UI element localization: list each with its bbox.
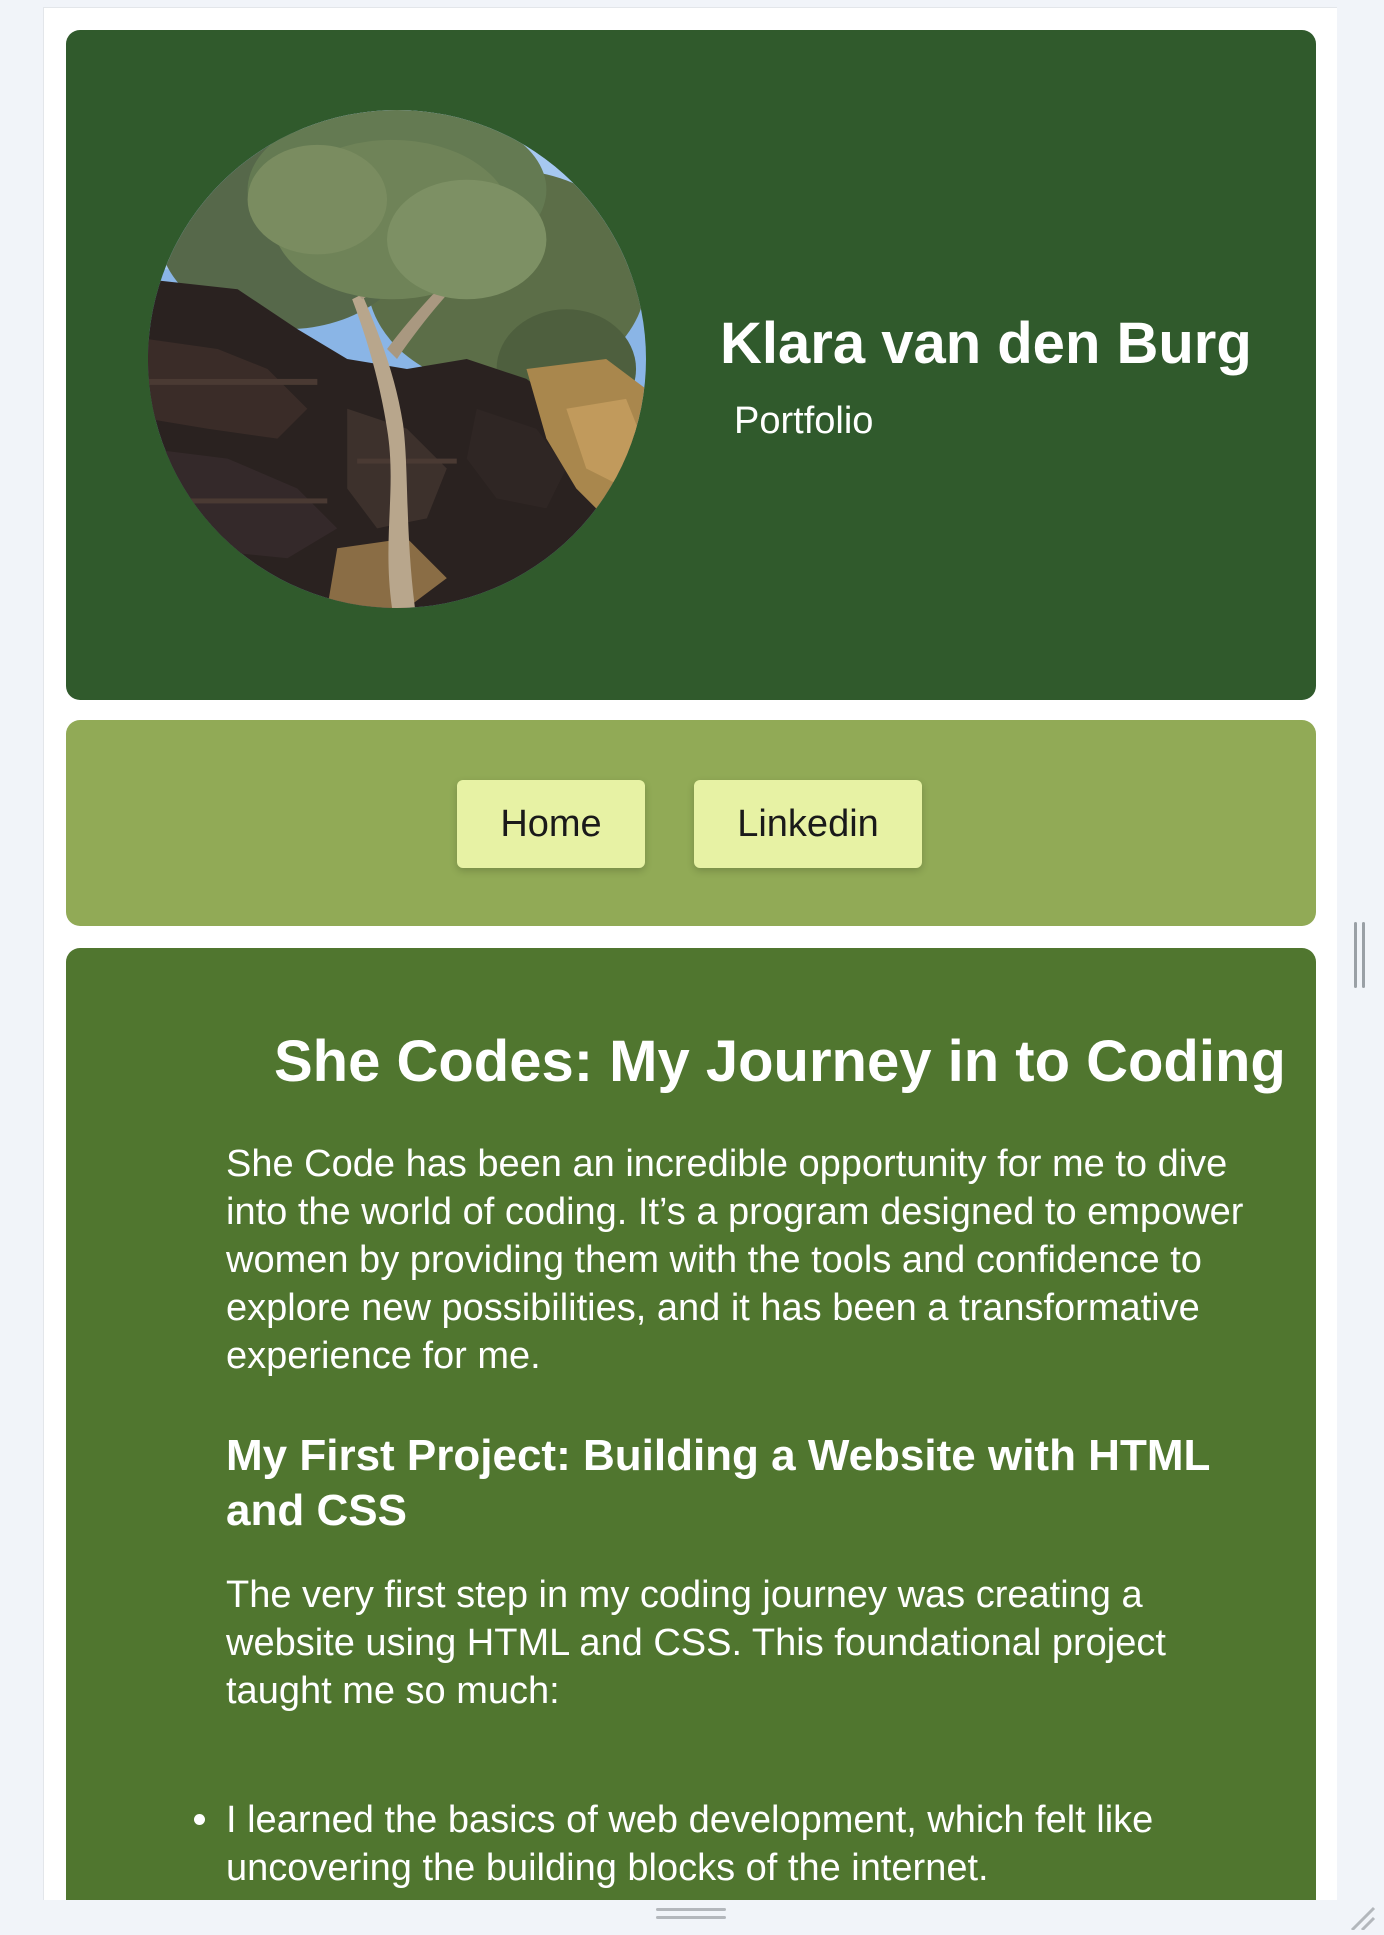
tree-on-cliff-image [148, 110, 646, 608]
main-navigation: Home Linkedin [66, 720, 1316, 926]
project-heading: My First Project: Building a Website wit… [226, 1431, 1210, 1535]
project-paragraph: The very first step in my coding journey… [226, 1574, 1166, 1712]
bottom-resize-handle[interactable] [656, 1908, 726, 1922]
home-button[interactable]: Home [457, 780, 645, 868]
side-resize-handle[interactable] [1354, 922, 1368, 988]
bullet-icon [194, 1814, 205, 1825]
article-section: She Codes: My Journey in to Coding She C… [66, 948, 1316, 1900]
profile-header: Klara van den Burg Portfolio [66, 30, 1316, 700]
learning-list: I learned the basics of web development,… [194, 1796, 1266, 1892]
list-item: I learned the basics of web development,… [194, 1796, 1266, 1892]
list-item-text: I learned the basics of web development,… [226, 1799, 1154, 1889]
profile-photo [148, 110, 646, 608]
owner-name: Klara van den Burg [720, 311, 1252, 376]
corner-resize-grip-icon[interactable] [1344, 1900, 1376, 1932]
page-frame: Klara van den Burg Portfolio Home Linked… [43, 7, 1337, 1900]
article-title: She Codes: My Journey in to Coding [274, 1029, 1286, 1094]
site-subtitle: Portfolio [734, 400, 874, 442]
linkedin-button[interactable]: Linkedin [694, 780, 922, 868]
intro-paragraph: She Code has been an incredible opportun… [226, 1143, 1244, 1377]
